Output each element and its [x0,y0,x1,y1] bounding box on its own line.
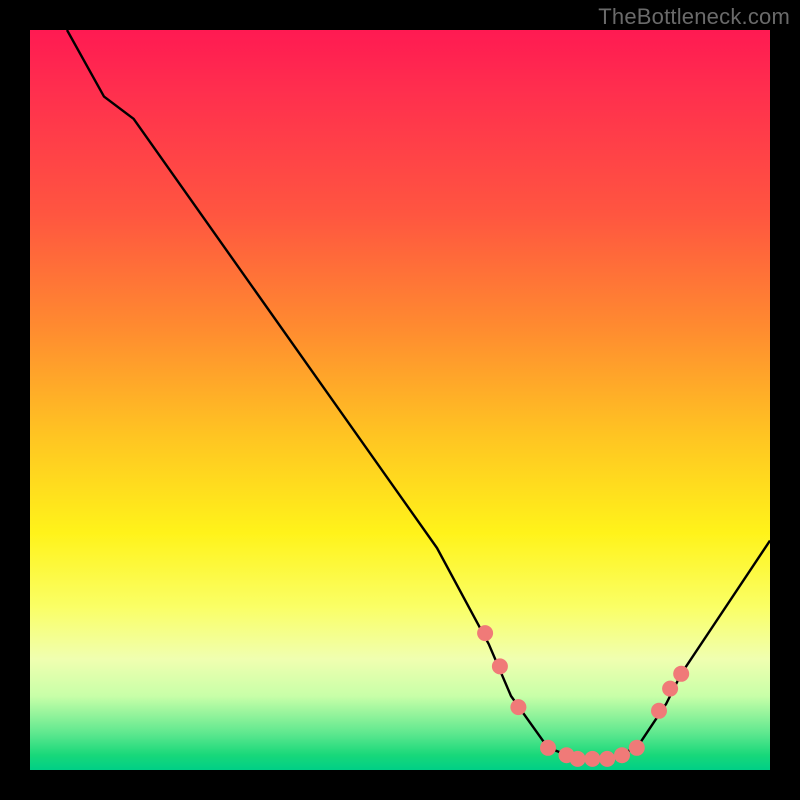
chart-frame: TheBottleneck.com [0,0,800,800]
plot-area [30,30,770,770]
attribution-text: TheBottleneck.com [598,4,790,30]
